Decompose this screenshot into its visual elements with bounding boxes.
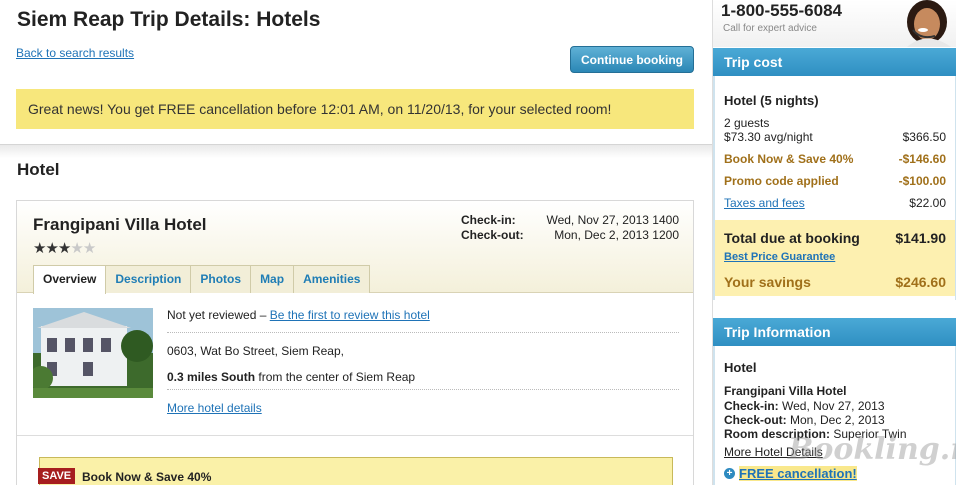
trip-checkin-value: Wed, Nov 27, 2013 [778, 399, 885, 413]
trip-info-title: Hotel [724, 360, 757, 375]
trip-checkin: Check-in: Wed, Nov 27, 2013 [724, 399, 885, 413]
avg-night-label: $73.30 avg/night [724, 130, 813, 144]
guests-row: 2 guests [724, 116, 946, 130]
hotel-tabs: Overview Description Photos Map Amenitie… [33, 265, 371, 294]
tab-map[interactable]: Map [250, 265, 295, 293]
guests-count: 2 guests [724, 116, 770, 130]
hotel-photo[interactable] [33, 308, 153, 398]
review-row: Not yet reviewed – Be the first to revie… [167, 307, 679, 327]
dotted-divider [167, 332, 679, 333]
phone-number: 1-800-555-6084 [721, 1, 842, 20]
trip-checkout-label: Check-out: [724, 413, 787, 427]
avg-night-row: $73.30 avg/night $366.50 [724, 130, 946, 144]
free-cancellation-text[interactable]: FREE cancellation! [739, 466, 857, 481]
banner-text: Great news! You get FREE cancellation be… [28, 101, 612, 117]
tab-amenities[interactable]: Amenities [293, 265, 371, 293]
trip-cost-title: Hotel (5 nights) [724, 93, 819, 108]
page-title: Siem Reap Trip Details: Hotels [17, 8, 321, 31]
main-column: Siem Reap Trip Details: Hotels Back to s… [0, 0, 712, 485]
hotel-summary: Not yet reviewed – Be the first to revie… [167, 307, 679, 420]
section-divider [0, 144, 712, 158]
card-divider [17, 435, 693, 436]
star-rating: ★★★★★ [33, 239, 96, 257]
contact-area: 1-800-555-6084 Call for expert advice [713, 0, 956, 47]
plus-icon: + [724, 468, 735, 479]
star-icon: ★ [33, 240, 46, 257]
trip-checkout: Check-out: Mon, Dec 2, 2013 [724, 413, 885, 427]
checkout-value: Mon, Dec 2, 2013 1200 [554, 228, 679, 242]
continue-booking-button[interactable]: Continue booking [570, 46, 694, 73]
hotel-name: Frangipani Villa Hotel [33, 215, 207, 234]
tab-description[interactable]: Description [105, 265, 192, 293]
hotel-photo-image [33, 308, 153, 398]
checkin-label: Check-in: [461, 213, 516, 227]
trip-hotel-name: Frangipani Villa Hotel [724, 384, 847, 398]
first-review-link[interactable]: Be the first to review this hotel [270, 308, 430, 322]
tab-photos[interactable]: Photos [190, 265, 252, 293]
trip-room: Room description: Superior Twin [724, 427, 907, 441]
phone-subtitle: Call for expert advice [723, 23, 817, 34]
trip-checkin-label: Check-in: [724, 399, 779, 413]
free-cancellation-banner: Great news! You get FREE cancellation be… [16, 89, 694, 129]
total-row: Total due at booking $141.90 [724, 230, 946, 246]
distance-text: from the center of Siem Reap [255, 370, 416, 384]
savings-row: Your savings $246.60 [724, 274, 946, 290]
more-hotel-details-link[interactable]: More hotel details [167, 400, 679, 420]
sidebar: 1-800-555-6084 Call for expert advice Tr… [712, 0, 956, 485]
checkout-label: Check-out: [461, 228, 524, 242]
deal-box: SAVE Book Now & Save 40% [38, 457, 673, 485]
free-cancellation-link[interactable]: + FREE cancellation! [724, 466, 857, 481]
taxes-fees-link[interactable]: Taxes and fees [724, 196, 805, 210]
save-badge: SAVE [38, 468, 76, 484]
trip-info-header: Trip Information [713, 318, 956, 346]
promo-row: Promo code applied -$100.00 [724, 174, 946, 188]
more-hotel-details-sidebar-link[interactable]: More Hotel Details [724, 445, 823, 459]
support-agent-avatar [907, 0, 951, 47]
trip-cost-header: Trip cost [713, 48, 956, 76]
hotel-address: 0603, Wat Bo Street, Siem Reap, [167, 344, 344, 358]
trip-checkout-value: Mon, Dec 2, 2013 [786, 413, 885, 427]
discount-value: -$146.60 [898, 152, 946, 166]
dotted-divider [167, 389, 679, 390]
total-value: $141.90 [895, 230, 946, 246]
promo-value: -$100.00 [898, 174, 946, 188]
distance-row: 0.3 miles South from the center of Siem … [167, 369, 679, 389]
total-label: Total due at booking [724, 230, 860, 246]
hotel-section-title: Hotel [17, 160, 60, 179]
star-icon: ★ [45, 240, 58, 257]
total-box: Total due at booking $141.90 Best Price … [715, 220, 955, 296]
hotel-card-header: Frangipani Villa Hotel ★★★★★ Check-in: W… [17, 201, 693, 294]
deal-text: Book Now & Save 40% [82, 470, 212, 484]
hotel-card: Frangipani Villa Hotel ★★★★★ Check-in: W… [16, 200, 694, 485]
trip-room-label: Room description: [724, 427, 831, 441]
avg-night-total: $366.50 [902, 130, 946, 144]
star-icon: ★ [57, 240, 71, 257]
review-status: Not yet reviewed – [167, 308, 270, 322]
discount-label: Book Now & Save 40% [724, 152, 854, 166]
discount-row: Book Now & Save 40% -$146.60 [724, 152, 946, 166]
tab-overview[interactable]: Overview [33, 265, 107, 294]
taxes-value: $22.00 [909, 196, 946, 210]
promo-label: Promo code applied [724, 174, 839, 188]
trip-room-value: Superior Twin [830, 427, 907, 441]
star-empty-icon: ★ [70, 240, 83, 257]
star-empty-icon: ★ [82, 240, 96, 257]
taxes-row: Taxes and fees $22.00 [724, 196, 946, 210]
best-price-guarantee-link[interactable]: Best Price Guarantee [724, 251, 835, 263]
stay-dates: Check-in: Wed, Nov 27, 2013 1400 Check-o… [461, 213, 679, 243]
savings-label: Your savings [724, 274, 811, 290]
savings-value: $246.60 [895, 274, 946, 290]
distance-value: 0.3 miles South [167, 370, 256, 384]
checkin-value: Wed, Nov 27, 2013 1400 [546, 213, 679, 227]
back-to-results-link[interactable]: Back to search results [16, 46, 134, 60]
